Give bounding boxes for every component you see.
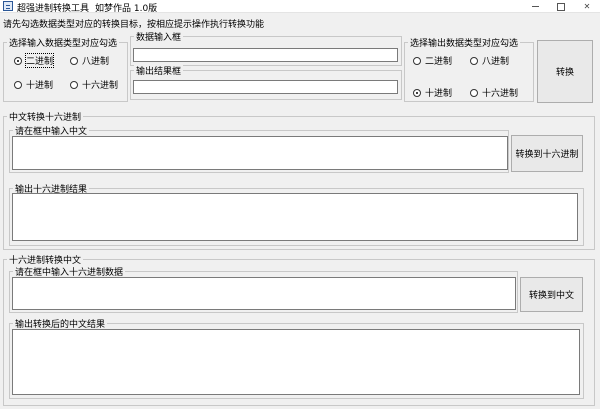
- window-author: 如梦作品 1.0版: [95, 4, 158, 14]
- output-result-field[interactable]: [133, 80, 398, 94]
- hex-output-field[interactable]: [12, 193, 578, 241]
- input-radio-hex[interactable]: 十六进制: [70, 78, 118, 91]
- output-radio-octal[interactable]: 八进制: [470, 54, 509, 67]
- cn-to-hex-legend: 中文转换十六进制: [7, 110, 84, 123]
- radio-icon: [413, 88, 421, 97]
- convert-button[interactable]: 转换: [537, 40, 593, 103]
- chinese-input-field[interactable]: [12, 136, 508, 170]
- radio-label: 十六进制: [82, 81, 119, 91]
- app-icon: [3, 1, 13, 11]
- radio-label: 十进制: [26, 81, 54, 91]
- radio-label: 十进制: [425, 89, 453, 99]
- output-result-legend: 输出结果框: [134, 64, 184, 77]
- data-input-legend: 数据输入框: [134, 30, 184, 43]
- output-radio-decimal[interactable]: 十进制: [413, 86, 452, 99]
- radio-label: 八进制: [482, 57, 510, 67]
- radio-label: 十六进制: [482, 89, 519, 99]
- convert-to-chinese-button[interactable]: 转换到中文: [520, 277, 583, 312]
- close-icon[interactable]: [574, 0, 600, 13]
- radio-icon: [470, 88, 478, 97]
- radio-label: 二进制: [24, 53, 55, 68]
- radio-icon: [413, 56, 421, 65]
- convert-to-hex-button[interactable]: 转换到十六进制: [511, 135, 583, 172]
- chinese-output-field[interactable]: [12, 329, 580, 395]
- input-radio-octal[interactable]: 八进制: [70, 54, 109, 67]
- output-radio-hex[interactable]: 十六进制: [470, 86, 518, 99]
- input-radio-decimal[interactable]: 十进制: [14, 78, 53, 91]
- radio-icon: [14, 56, 22, 65]
- radio-icon: [70, 80, 78, 89]
- radio-icon: [70, 56, 78, 65]
- title-bar: 超强进制转换工具 如梦作品 1.0版: [0, 0, 600, 14]
- input-radio-binary[interactable]: 二进制: [14, 53, 55, 68]
- output-type-legend: 选择输出数据类型对应勾选: [408, 36, 521, 49]
- minimize-icon[interactable]: [522, 0, 548, 13]
- window-title: 超强进制转换工具: [17, 4, 90, 14]
- hex-input-field[interactable]: [12, 277, 516, 310]
- instruction-hint: 请先勾选数据类型对应的转换目标，按相应提示操作执行转换功能: [3, 20, 265, 30]
- radio-icon: [14, 80, 22, 89]
- output-radio-binary[interactable]: 二进制: [413, 54, 452, 67]
- radio-icon: [470, 56, 478, 65]
- radio-label: 八进制: [82, 57, 110, 67]
- input-type-legend: 选择输入数据类型对应勾选: [7, 36, 120, 49]
- radio-label: 二进制: [425, 57, 453, 67]
- data-input-field[interactable]: [133, 48, 398, 62]
- input-type-group: 选择输入数据类型对应勾选: [3, 36, 128, 102]
- maximize-icon[interactable]: [548, 0, 574, 13]
